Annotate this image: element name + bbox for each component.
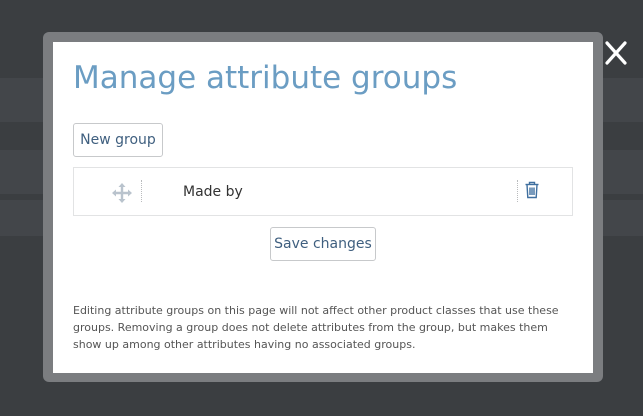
row-divider [517, 180, 518, 202]
move-arrows-icon[interactable] [112, 183, 132, 203]
row-divider [141, 180, 142, 202]
group-name: Made by [183, 184, 243, 200]
modal-title: Manage attribute groups [73, 60, 458, 96]
manage-attribute-groups-modal: Manage attribute groups New group Made b… [53, 42, 593, 373]
help-text: Editing attribute groups on this page wi… [73, 304, 559, 351]
new-group-button[interactable]: New group [73, 123, 163, 157]
close-icon[interactable] [600, 38, 632, 68]
trash-icon[interactable] [524, 181, 540, 199]
group-row: Made by [73, 167, 573, 216]
save-changes-button[interactable]: Save changes [270, 227, 376, 261]
